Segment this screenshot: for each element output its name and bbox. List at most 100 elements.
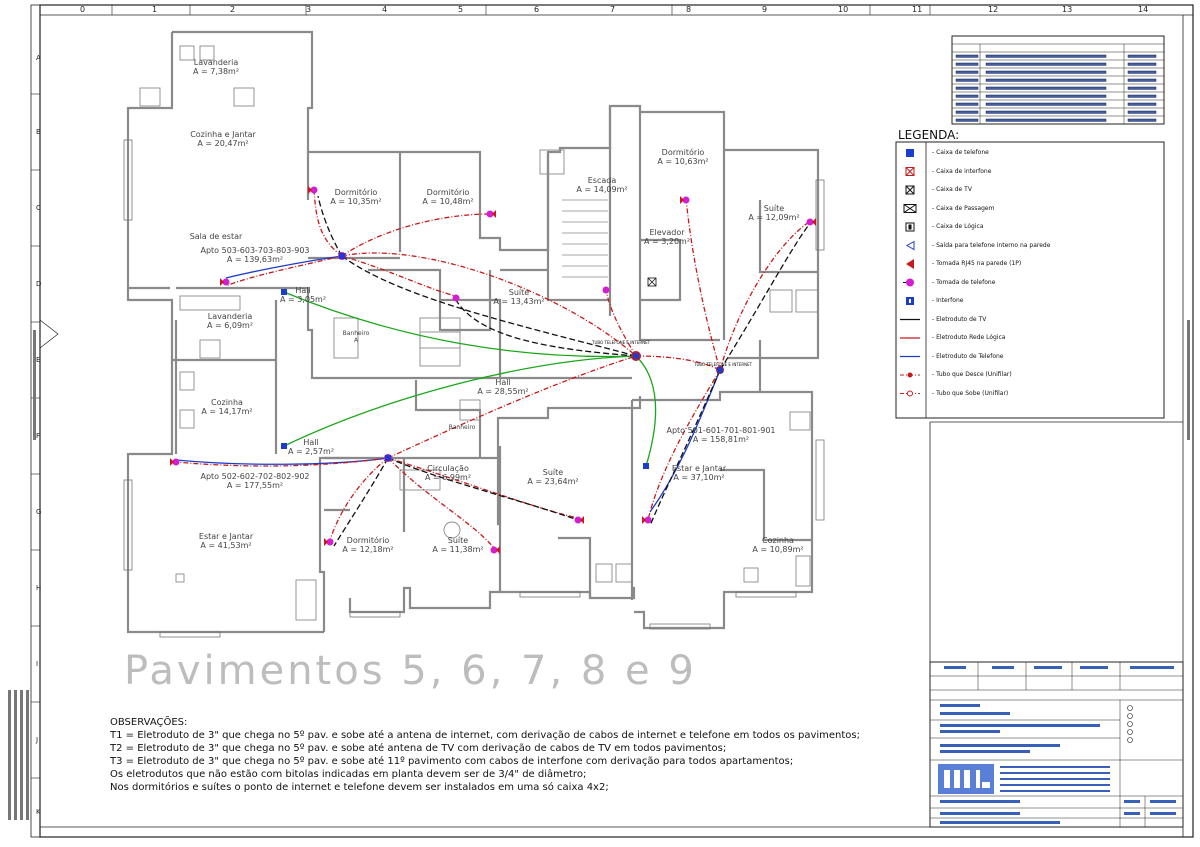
riser-label: TUBO TELEFONE E INTERNET	[592, 340, 651, 345]
legend-label: - Tomada de telefone	[932, 278, 996, 286]
grid-row-label: G	[36, 508, 42, 516]
legend-item: - Tubo que Desce (Unifilar)	[900, 368, 1160, 386]
room-label: Suíte A = 12,09m²	[748, 204, 800, 222]
observacao-line: T3 = Eletroduto de 3" que chega no 5º pa…	[110, 756, 794, 767]
grid-column-label: 0	[80, 5, 86, 14]
legend-label: - Eletroduto de Telefone	[932, 352, 1004, 360]
legend-item: - Caixa de telefone	[900, 146, 1160, 164]
legend-item: - Tubo que Sobe (Unifilar)	[900, 387, 1160, 405]
room-label: Suíte A = 13,43m²	[493, 288, 545, 306]
legend-item: - Eletroduto de Telefone	[900, 350, 1160, 368]
observacao-line: Os eletrodutos que não estão com bitolas…	[110, 769, 587, 780]
legend-label: - Caixa de Passagem	[932, 204, 995, 212]
saida-telefone-icon	[908, 239, 924, 251]
legend-label: - Interfone	[932, 297, 964, 304]
room-label: Escada A = 14,09m²	[576, 176, 628, 194]
legend-item: - Caixa de Lógica	[900, 220, 1160, 238]
grid-column-label: 9	[762, 5, 768, 14]
stair-treads	[562, 199, 608, 278]
riser-point-lower-left	[384, 454, 392, 462]
legend-item: - Eletroduto de TV	[900, 313, 1160, 331]
legend-title: LEGENDA:	[898, 128, 960, 142]
interfone-icon	[908, 294, 924, 306]
grid-row-label: I	[36, 660, 39, 668]
room-label: Banheiro	[448, 424, 476, 431]
legend-item: - Caixa de TV	[900, 183, 1160, 201]
legend-item: - Saída para telefone interno na parede	[900, 239, 1160, 257]
caixa-telefone-icon	[908, 146, 924, 158]
eletroduto-rede-icon	[908, 331, 924, 343]
room-label: Cozinha A = 10,89m²	[752, 536, 804, 554]
grid-row-label: B	[36, 128, 41, 136]
caixa-interfone-icon	[908, 165, 924, 177]
tubo-sobe-icon	[908, 387, 924, 399]
observacoes-title: OBSERVAÇÕES:	[110, 717, 188, 728]
eletroduto-telefone-icon	[908, 350, 924, 362]
grid-column-label: 4	[382, 5, 388, 14]
legend-label: - Caixa de Lógica	[932, 223, 984, 230]
observacao-line: Nos dormitórios e suítes o ponto de inte…	[110, 782, 609, 793]
grid-column-label: 8	[686, 5, 692, 14]
room-label: Lavanderia A = 7,38m²	[192, 58, 240, 76]
grid-row-label: H	[36, 584, 42, 592]
riser-point-central	[631, 351, 641, 361]
room-label: Cozinha A = 14,17m²	[201, 398, 253, 416]
room-label: Hall A = 28,55m²	[477, 378, 529, 396]
conduit-tv	[317, 195, 809, 547]
room-label: Hall A = 3,05m²	[279, 286, 327, 304]
grid-column-label: 12	[988, 5, 999, 14]
grid-row-label: C	[36, 204, 41, 212]
tubo-desce-icon	[908, 368, 924, 380]
status-options	[1127, 705, 1133, 743]
room-label: Suíte A = 23,64m²	[527, 468, 579, 486]
room-label: Dormitório A = 10,63m²	[657, 148, 709, 166]
room-label: Hall A = 2,57m²	[287, 438, 335, 456]
grid-column-label: 11	[912, 5, 923, 14]
grid-row-label: A	[36, 54, 41, 62]
riser-point-upper-left	[338, 252, 346, 260]
room-label: Estar e Jantar A = 37,10m²	[671, 464, 727, 482]
grid-row-label: J	[36, 736, 39, 744]
room-label: Dormitório A = 12,18m²	[342, 536, 394, 554]
legend-label: - Tubo que Desce (Unifilar)	[932, 371, 1012, 378]
conduit-interfone	[635, 355, 657, 467]
grid-row-label: E	[36, 356, 41, 364]
grid-column-label: 2	[230, 5, 236, 14]
grid-row-label: D	[36, 280, 42, 288]
riser-label: TUBO TELEFONE E INTERNET	[694, 362, 753, 367]
room-label: Dormitório A = 10,48m²	[422, 188, 474, 206]
caixa-tv-icon	[908, 183, 924, 195]
room-label: Sala de estar	[189, 232, 243, 241]
title-block-text	[940, 666, 1176, 824]
grid-column-label: 1	[152, 5, 158, 14]
grid-column-label: 6	[534, 5, 540, 14]
apartment-label: Apto 501-601-701-801-901 A = 158,81m²	[666, 426, 776, 444]
room-label: Estar e Jantar A = 41,53m²	[198, 532, 254, 550]
room-label: Banheiro A	[342, 330, 370, 344]
room-label: Circulação A = 6,99m²	[424, 464, 472, 482]
apartment-label: Apto 502-602-702-802-902 A = 177,55m²	[200, 472, 310, 490]
legend-label: - Tubo que Sobe (Unifilar)	[932, 389, 1009, 397]
legend-item: - Caixa de Passagem	[900, 202, 1160, 220]
company-logo	[938, 764, 994, 794]
observacao-line: T1 = Eletroduto de 3" que chega no 5º pa…	[110, 730, 860, 741]
legend-label: - Caixa de TV	[932, 186, 972, 193]
legend-label: - Saída para telefone interno na parede	[932, 241, 1051, 249]
legend-label: - Caixa de interfone	[932, 167, 992, 175]
grid-row-label: K	[36, 808, 41, 816]
grid-column-label: 5	[458, 5, 464, 14]
apartment-label: Apto 503-603-703-803-903 A = 139,63m²	[200, 246, 310, 264]
observacoes-block: OBSERVAÇÕES: T1 = Eletroduto de 3" que c…	[110, 716, 870, 794]
tomada-rj45-icon	[908, 257, 924, 269]
room-label: Lavanderia A = 6,09m²	[206, 312, 254, 330]
caixa-passagem-icon	[908, 202, 924, 214]
legend-label: - Eletroduto Rede Lógica	[932, 334, 1006, 341]
legend-item: - Eletroduto Rede Lógica	[900, 331, 1160, 349]
grid-column-label: 3	[306, 5, 312, 14]
riser-point-right	[716, 366, 724, 374]
room-label: Elevador A = 3,20m²	[643, 228, 691, 246]
legend-label: - Tomada RJ45 na parede (1P)	[932, 260, 1022, 267]
room-label: Dormitório A = 10,35m²	[330, 188, 382, 206]
room-label: Cozinha e Jantar A = 20,47m²	[190, 130, 256, 148]
legend-label: - Eletroduto de TV	[932, 315, 987, 323]
